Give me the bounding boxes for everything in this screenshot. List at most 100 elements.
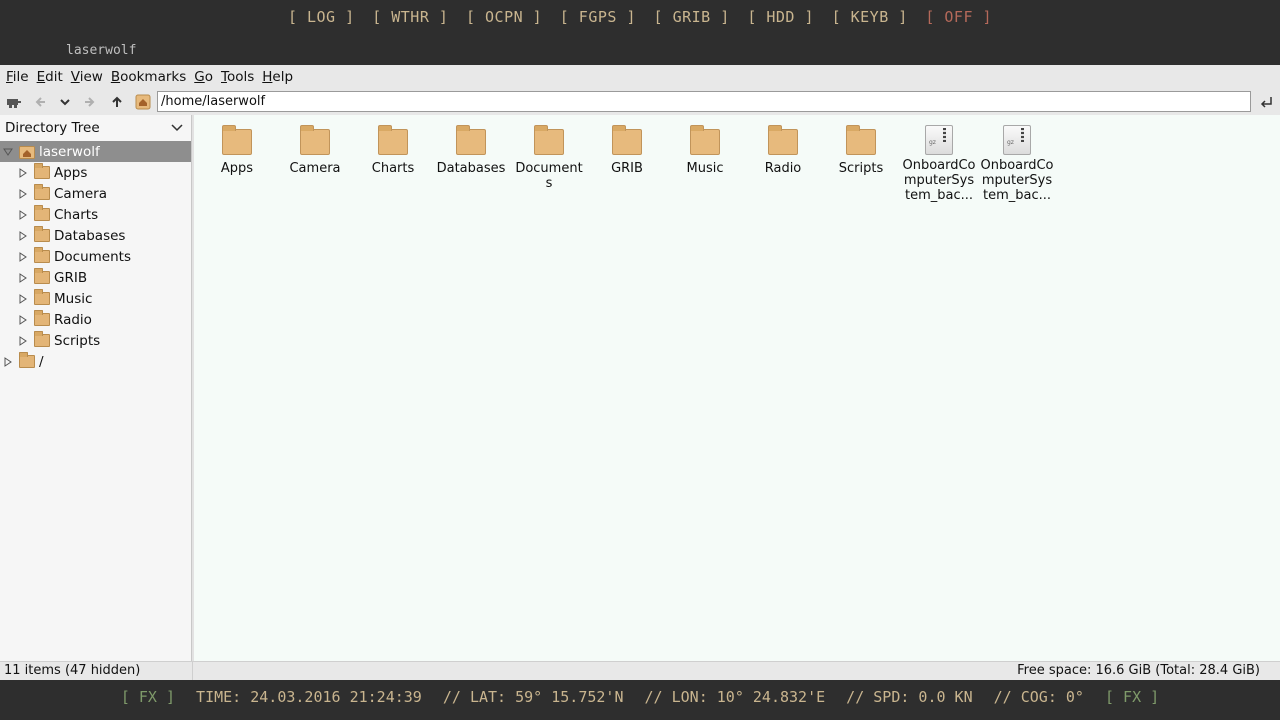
sidebar-header[interactable]: Directory Tree: [0, 115, 191, 141]
file-item-label: Databases: [436, 161, 506, 176]
menu-tools[interactable]: Tools: [221, 69, 254, 85]
tree-item-camera[interactable]: Camera: [0, 183, 191, 204]
tree-item-databases[interactable]: Databases: [0, 225, 191, 246]
zipper-icon: [943, 128, 946, 142]
power-off-button[interactable]: [ OFF ]: [925, 8, 992, 26]
grib-button[interactable]: [ GRIB ]: [654, 8, 730, 26]
file-item-label: OnboardComputerSystem_bac...: [902, 158, 976, 203]
menu-label: iew: [79, 68, 103, 85]
folder-icon: [300, 125, 330, 155]
file-item-apps[interactable]: Apps: [200, 125, 274, 176]
folder-icon: [34, 205, 50, 221]
up-icon[interactable]: [108, 93, 126, 111]
file-item-backup-archive[interactable]: gz OnboardComputerSystem_bac...: [902, 125, 976, 203]
folder-icon: [222, 125, 252, 155]
tree-item-label: Music: [54, 290, 93, 307]
keyboard-button[interactable]: [ KEYB ]: [832, 8, 908, 26]
tree-item-home[interactable]: laserwolf: [0, 141, 191, 162]
top-panel: [ LOG ] [ WTHR ] [ OCPN ] [ FGPS ] [ GRI…: [0, 0, 1280, 65]
navigation-readout: [ FX ] TIME: 24.03.2016 21:24:39 // LAT:…: [0, 688, 1280, 706]
bottom-panel: [ FX ] TIME: 24.03.2016 21:24:39 // LAT:…: [0, 680, 1280, 720]
archive-file-icon: gz: [1003, 125, 1031, 155]
file-item-label: Scripts: [838, 161, 884, 176]
tree-item-music[interactable]: Music: [0, 288, 191, 309]
file-item-radio[interactable]: Radio: [746, 125, 820, 176]
menu-go[interactable]: Go: [194, 69, 213, 85]
file-item-databases[interactable]: Databases: [434, 125, 508, 176]
speed-readout: // SPD: 0.0 KN: [846, 688, 973, 706]
course-readout: // COG: 0°: [993, 688, 1084, 706]
chevron-down-icon[interactable]: [171, 120, 183, 136]
menu-file[interactable]: File: [6, 69, 29, 85]
home-icon[interactable]: [134, 93, 152, 111]
new-window-icon[interactable]: [5, 93, 23, 111]
forward-icon[interactable]: [81, 93, 99, 111]
collapsed-triangle-icon[interactable]: [17, 293, 29, 305]
folder-icon: [19, 352, 35, 368]
archive-file-icon: gz: [925, 125, 953, 155]
log-button[interactable]: [ LOG ]: [288, 8, 355, 26]
expanded-triangle-icon[interactable]: [2, 146, 14, 158]
menu-mnemonic: B: [110, 68, 121, 85]
fx-right-button[interactable]: [ FX ]: [1105, 688, 1159, 706]
file-item-label: Music: [686, 161, 724, 176]
collapsed-triangle-icon[interactable]: [17, 230, 29, 242]
menubar: File Edit View Bookmarks Go Tools Help: [0, 65, 1280, 88]
folder-icon: [34, 268, 50, 284]
file-item-grib[interactable]: GRIB: [590, 125, 664, 176]
menu-label: ile: [12, 68, 29, 85]
collapsed-triangle-icon[interactable]: [17, 335, 29, 347]
menu-edit[interactable]: Edit: [37, 69, 63, 85]
hdd-button[interactable]: [ HDD ]: [747, 8, 814, 26]
menu-label: ools: [226, 68, 255, 85]
history-down-icon[interactable]: [56, 93, 74, 111]
collapsed-triangle-icon[interactable]: [17, 251, 29, 263]
zipper-icon: [1021, 128, 1024, 142]
file-item-label: Radio: [764, 161, 802, 176]
fx-left-button[interactable]: [ FX ]: [121, 688, 175, 706]
go-icon[interactable]: [1257, 93, 1275, 111]
window-title: laserwolf: [66, 43, 137, 58]
path-input[interactable]: /home/laserwolf: [157, 91, 1251, 112]
file-item-scripts[interactable]: Scripts: [824, 125, 898, 176]
home-folder-icon: [19, 144, 35, 159]
folder-icon: [34, 163, 50, 179]
tree-item-scripts[interactable]: Scripts: [0, 330, 191, 351]
menu-label: elp: [272, 68, 294, 85]
file-item-charts[interactable]: Charts: [356, 125, 430, 176]
tree-item-label: laserwolf: [39, 143, 100, 160]
folder-icon: [34, 331, 50, 347]
file-item-label: Documents: [515, 161, 583, 191]
tree-item-filesystem-root[interactable]: /: [0, 351, 191, 372]
weather-button[interactable]: [ WTHR ]: [372, 8, 448, 26]
collapsed-triangle-icon[interactable]: [17, 272, 29, 284]
menu-help[interactable]: Help: [262, 69, 293, 85]
menu-view[interactable]: View: [71, 69, 103, 85]
menu-bookmarks[interactable]: Bookmarks: [111, 69, 186, 85]
tree-item-grib[interactable]: GRIB: [0, 267, 191, 288]
tree-item-label: Apps: [54, 164, 88, 181]
file-item-music[interactable]: Music: [668, 125, 742, 176]
folder-icon: [34, 184, 50, 200]
collapsed-triangle-icon[interactable]: [17, 188, 29, 200]
file-item-camera[interactable]: Camera: [278, 125, 352, 176]
tree-item-documents[interactable]: Documents: [0, 246, 191, 267]
collapsed-triangle-icon[interactable]: [17, 167, 29, 179]
tree-item-charts[interactable]: Charts: [0, 204, 191, 225]
file-item-documents[interactable]: Documents: [512, 125, 586, 191]
folder-icon: [534, 125, 564, 155]
menu-mnemonic: H: [262, 68, 273, 85]
collapsed-triangle-icon[interactable]: [2, 356, 14, 368]
tree-item-apps[interactable]: Apps: [0, 162, 191, 183]
collapsed-triangle-icon[interactable]: [17, 209, 29, 221]
back-icon[interactable]: [31, 93, 49, 111]
menu-label: ookmarks: [120, 68, 187, 85]
collapsed-triangle-icon[interactable]: [17, 314, 29, 326]
item-count-status: 11 items (47 hidden): [4, 663, 141, 678]
tree-item-radio[interactable]: Radio: [0, 309, 191, 330]
file-item-label: OnboardComputerSystem_bac...: [980, 158, 1054, 203]
file-item-backup-archive[interactable]: gz OnboardComputerSystem_bac...: [980, 125, 1054, 203]
fgps-button[interactable]: [ FGPS ]: [560, 8, 636, 26]
opencpn-button[interactable]: [ OCPN ]: [466, 8, 542, 26]
file-icon-view: Apps Camera Charts Databases Documents G…: [194, 115, 1280, 661]
